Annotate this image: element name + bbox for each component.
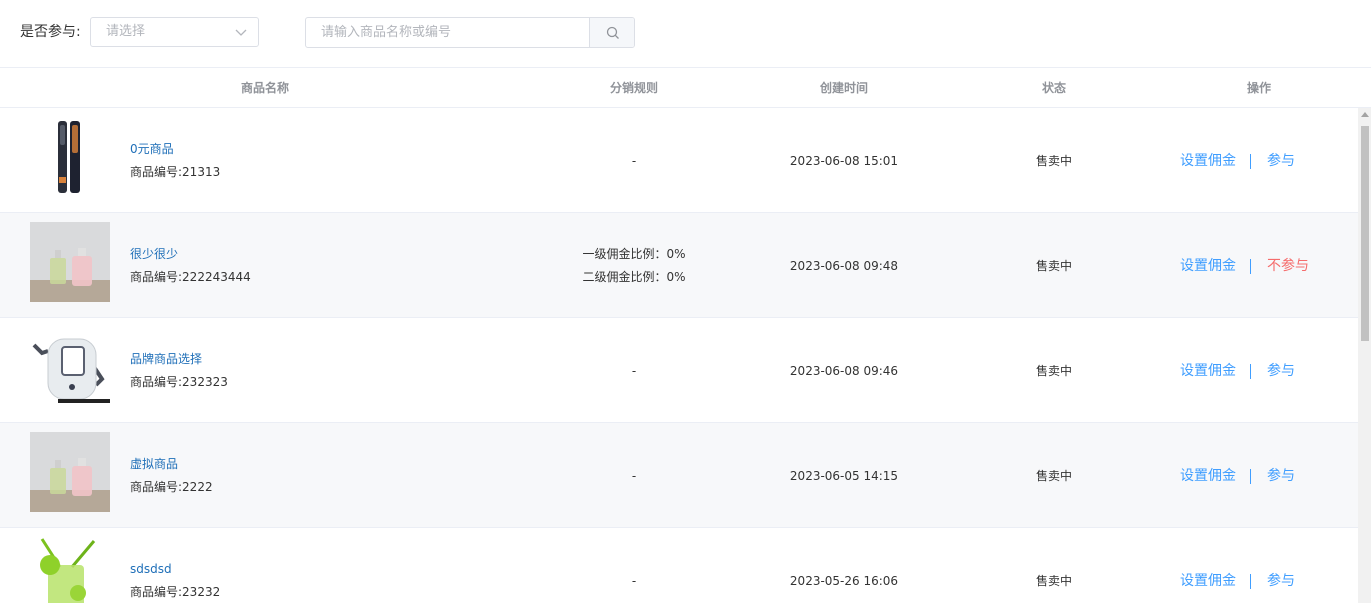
product-code: 商品编号:21313 bbox=[130, 165, 221, 179]
created-time: 2023-06-08 15:01 bbox=[789, 154, 899, 168]
status-text: 售卖中 bbox=[1035, 574, 1072, 588]
robot-icon bbox=[30, 327, 110, 407]
created-time: 2023-05-26 16:06 bbox=[789, 574, 899, 588]
status-text: 售卖中 bbox=[1035, 259, 1072, 273]
header-product-name: 商品名称 bbox=[240, 81, 289, 95]
join-button[interactable]: 参与 bbox=[1267, 362, 1295, 380]
select-placeholder: 请选择 bbox=[106, 24, 146, 39]
join-button[interactable]: 参与 bbox=[1267, 572, 1295, 590]
set-commission-button[interactable]: 设置佣金 bbox=[1180, 362, 1236, 380]
product-code: 商品编号:232323 bbox=[130, 375, 228, 389]
perfume-bottles-icon bbox=[30, 222, 110, 302]
table-row: sdsdsd 商品编号:23232 - 2023-05-26 16:06 售卖中… bbox=[0, 528, 1358, 603]
search-button[interactable] bbox=[589, 18, 634, 47]
created-time: 2023-06-08 09:46 bbox=[789, 364, 899, 378]
participate-filter-label: 是否参与: bbox=[20, 24, 81, 40]
table-body: 0元商品 商品编号:21313 - 2023-06-08 15:01 售卖中 设… bbox=[0, 108, 1358, 603]
header-status: 状态 bbox=[1041, 81, 1066, 95]
set-commission-button[interactable]: 设置佣金 bbox=[1180, 572, 1236, 590]
join-button[interactable]: 参与 bbox=[1267, 152, 1295, 170]
action-divider bbox=[1250, 259, 1251, 274]
set-commission-button[interactable]: 设置佣金 bbox=[1180, 152, 1236, 170]
status-text: 售卖中 bbox=[1035, 154, 1072, 168]
distribution-product-page: 是否参与: 请选择 商品名称 分销规则 创建时间 状态 操作 bbox=[0, 0, 1371, 603]
search-input[interactable] bbox=[306, 18, 589, 47]
table-row: 虚拟商品 商品编号:2222 - 2023-06-05 14:15 售卖中 设置… bbox=[0, 423, 1358, 528]
vertical-scrollbar[interactable] bbox=[1358, 108, 1371, 603]
table-row: 0元商品 商品编号:21313 - 2023-06-08 15:01 售卖中 设… bbox=[0, 108, 1358, 213]
table-row: 很少很少 商品编号:222243444 一级佣金比例：0% 二级佣金比例：0% … bbox=[0, 213, 1358, 318]
status-text: 售卖中 bbox=[1035, 364, 1072, 378]
distribution-rule: - bbox=[631, 154, 637, 168]
scrollbar-thumb[interactable] bbox=[1361, 126, 1369, 341]
action-divider bbox=[1250, 574, 1251, 589]
status-text: 售卖中 bbox=[1035, 469, 1072, 483]
action-divider bbox=[1250, 364, 1251, 379]
header-actions: 操作 bbox=[1246, 81, 1271, 95]
distribution-rule: - bbox=[631, 469, 637, 483]
lime-drink-icon bbox=[30, 537, 110, 603]
not-join-button[interactable]: 不参与 bbox=[1267, 257, 1309, 275]
set-commission-button[interactable]: 设置佣金 bbox=[1180, 467, 1236, 485]
distribution-rule-level1: 一级佣金比例：0% bbox=[582, 247, 686, 261]
table-header: 商品名称 分销规则 创建时间 状态 操作 bbox=[0, 68, 1371, 108]
product-code: 商品编号:2222 bbox=[130, 480, 213, 494]
search-group bbox=[305, 17, 635, 48]
chevron-down-icon bbox=[235, 29, 247, 36]
filter-bar: 是否参与: 请选择 bbox=[0, 0, 1371, 67]
distribution-rule: - bbox=[631, 364, 637, 378]
product-table: 商品名称 分销规则 创建时间 状态 操作 0元商品 商品编号:21313 - 2… bbox=[0, 67, 1371, 603]
header-distribution-rule: 分销规则 bbox=[609, 81, 658, 95]
product-name-link[interactable]: sdsdsd bbox=[130, 561, 172, 577]
created-time: 2023-06-05 14:15 bbox=[789, 469, 899, 483]
product-code: 商品编号:23232 bbox=[130, 585, 221, 599]
distribution-rule-level2: 二级佣金比例：0% bbox=[582, 270, 686, 284]
action-divider bbox=[1250, 154, 1251, 169]
product-name-link[interactable]: 品牌商品选择 bbox=[130, 351, 202, 367]
search-icon bbox=[606, 26, 619, 39]
product-name-link[interactable]: 虚拟商品 bbox=[130, 456, 178, 472]
table-row: 品牌商品选择 商品编号:232323 - 2023-06-08 09:46 售卖… bbox=[0, 318, 1358, 423]
hair-straightener-icon bbox=[30, 117, 110, 197]
product-name-link[interactable]: 很少很少 bbox=[130, 246, 178, 262]
header-created-time: 创建时间 bbox=[819, 81, 868, 95]
perfume-bottles-icon bbox=[30, 432, 110, 512]
product-code: 商品编号:222243444 bbox=[130, 270, 251, 284]
set-commission-button[interactable]: 设置佣金 bbox=[1180, 257, 1236, 275]
scroll-up-arrow-icon[interactable] bbox=[1361, 112, 1369, 117]
join-button[interactable]: 参与 bbox=[1267, 467, 1295, 485]
created-time: 2023-06-08 09:48 bbox=[789, 259, 899, 273]
action-divider bbox=[1250, 469, 1251, 484]
participate-select[interactable]: 请选择 bbox=[90, 17, 259, 47]
product-name-link[interactable]: 0元商品 bbox=[130, 141, 174, 157]
distribution-rule: - bbox=[631, 574, 637, 588]
